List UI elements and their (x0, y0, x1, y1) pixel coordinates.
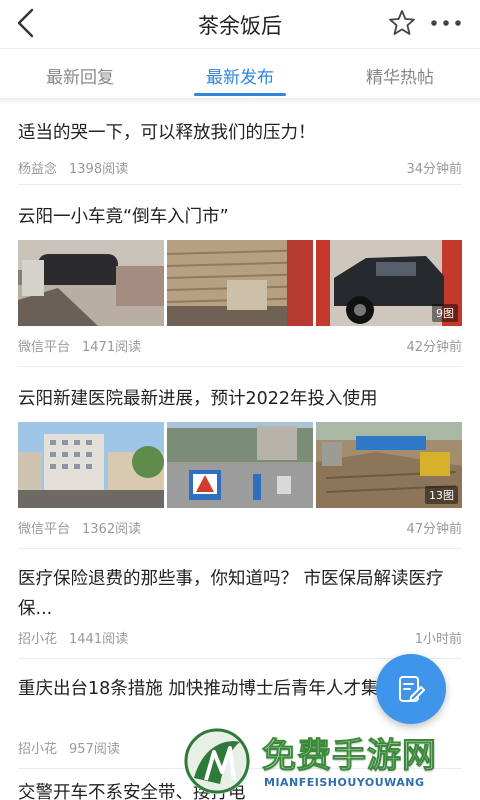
more-dots-icon[interactable] (428, 9, 464, 37)
post-image[interactable] (18, 240, 164, 326)
tab-latest-post[interactable]: 最新发布 (160, 63, 320, 88)
divider (18, 548, 462, 549)
post-image[interactable] (167, 422, 313, 508)
watermark-subtext: MIANFEISHOUYOUWANG (264, 776, 425, 789)
new-post-button[interactable] (376, 654, 446, 724)
post-item[interactable]: 适当的哭一下，可以释放我们的压力！ 杨益念 1398阅读 34分钟前 (18, 118, 462, 177)
divider (18, 366, 462, 367)
post-item[interactable]: 云阳一小车竟“倒车入门市” 9图 微信平台 1471阅读 42分钟前 (18, 202, 462, 355)
post-author: 微信平台 (18, 340, 71, 355)
tab-latest-reply[interactable]: 最新回复 (0, 63, 160, 88)
post-author: 招小花 (18, 742, 58, 757)
post-views: 957阅读 (69, 742, 120, 757)
post-author: 招小花 (18, 632, 58, 647)
post-image[interactable] (167, 240, 313, 326)
top-bar: 茶余饭后 (0, 0, 480, 48)
post-meta: 微信平台 1362阅读 (18, 518, 141, 537)
post-time: 34分钟前 (406, 162, 462, 177)
watermark: 免费手游网 MIANFEISHOUYOUWANG (178, 722, 480, 800)
image-count-badge: 9图 (432, 304, 458, 322)
post-title[interactable]: 云阳一小车竟“倒车入门市” (18, 202, 462, 232)
post-item[interactable]: 医疗保险退费的那些事，你知道吗？ 市医保局解读医疗保... 招小花 1441阅读 … (18, 564, 462, 647)
post-author: 微信平台 (18, 522, 71, 537)
star-outline-icon[interactable] (388, 9, 416, 37)
post-meta: 杨益念 1398阅读 (18, 158, 128, 177)
post-image[interactable] (18, 422, 164, 508)
post-views: 1441阅读 (69, 632, 129, 647)
tab-featured[interactable]: 精华热帖 (320, 63, 480, 88)
post-title[interactable]: 适当的哭一下，可以释放我们的压力！ (18, 118, 462, 148)
image-count-badge: 13图 (425, 486, 458, 504)
post-meta: 招小花 1441阅读 (18, 628, 128, 647)
active-tab-indicator (194, 93, 286, 96)
post-title[interactable]: 云阳新建医院最新进展，预计2022年投入使用 (18, 384, 462, 414)
post-author: 杨益念 (18, 162, 58, 177)
tab-bar: 最新回复 最新发布 精华热帖 (0, 48, 480, 98)
edit-post-icon (399, 676, 425, 702)
post-item[interactable]: 云阳新建医院最新进展，预计2022年投入使用 13图 微信平台 1362阅读 4… (18, 384, 462, 537)
post-title[interactable]: 医疗保险退费的那些事，你知道吗？ 市医保局解读医疗保... (18, 564, 462, 624)
post-views: 1398阅读 (69, 162, 129, 177)
post-views: 1471阅读 (82, 340, 142, 355)
watermark-text: 免费手游网 (262, 736, 437, 777)
post-time: 47分钟前 (406, 522, 462, 537)
watermark-logo (184, 728, 250, 794)
post-time: 1小时前 (414, 632, 462, 647)
post-meta: 微信平台 1471阅读 (18, 336, 141, 355)
divider (18, 184, 462, 185)
post-time: 42分钟前 (406, 340, 462, 355)
post-images: 13图 (18, 422, 462, 508)
tabs-divider (0, 98, 480, 104)
post-image[interactable]: 13图 (316, 422, 462, 508)
post-meta: 招小花 957阅读 (18, 738, 120, 757)
post-image[interactable]: 9图 (316, 240, 462, 326)
post-images: 9图 (18, 240, 462, 326)
post-views: 1362阅读 (82, 522, 142, 537)
